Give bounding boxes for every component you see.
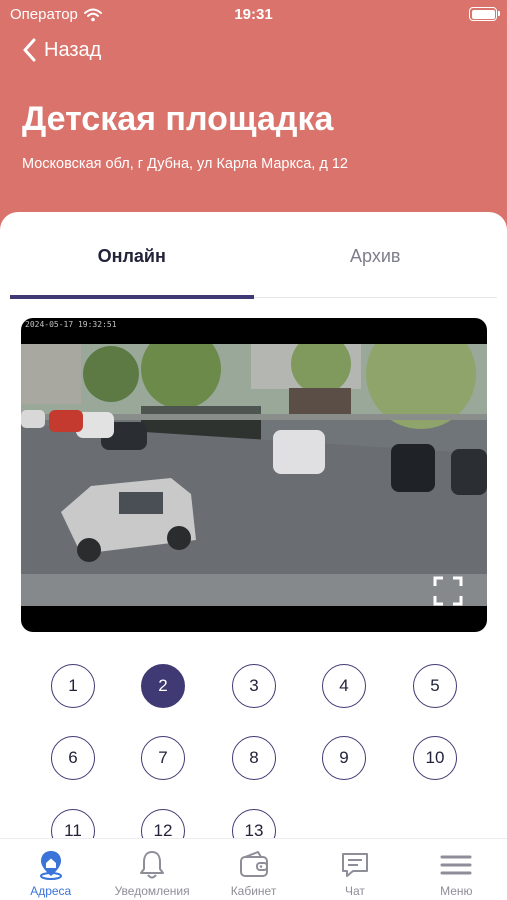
camera-button-4[interactable]: 4 [322, 664, 366, 708]
tabbar-label: Меню [440, 884, 473, 898]
camera-button-5[interactable]: 5 [413, 664, 457, 708]
location-pin-icon [39, 851, 62, 880]
tabbar-item-menu[interactable]: Меню [406, 839, 507, 900]
clock: 19:31 [234, 6, 273, 23]
chat-icon [341, 853, 368, 877]
camera-button-1[interactable]: 1 [51, 664, 95, 708]
camera-number: 9 [339, 748, 349, 767]
camera-number: 2 [158, 676, 168, 695]
camera-number: 1 [68, 676, 78, 695]
tabbar-label: Чат [344, 884, 365, 898]
camera-selector: 1 2 3 4 5 6 7 8 9 10 11 12 13 [0, 212, 507, 900]
camera-number: 4 [339, 676, 349, 695]
camera-button-2[interactable]: 2 [141, 664, 185, 708]
back-label: Назад [44, 38, 102, 61]
camera-button-6[interactable]: 6 [51, 736, 95, 780]
status-bar: Оператор 19:31 [0, 0, 507, 30]
tabbar-item-cabinet[interactable]: Кабинет [203, 839, 304, 900]
camera-button-7[interactable]: 7 [141, 736, 185, 780]
page-title: Детская площадка [22, 100, 334, 138]
content-sheet: Онлайн Архив 2024-05-17 19:32:51 1 2 3 4… [0, 212, 507, 900]
tabbar-label: Адреса [30, 884, 72, 898]
camera-number: 7 [158, 748, 168, 767]
wallet-icon [239, 851, 268, 877]
camera-button-8[interactable]: 8 [232, 736, 276, 780]
tabbar-item-chat[interactable]: Чат [304, 839, 405, 900]
camera-button-10[interactable]: 10 [413, 736, 457, 780]
bell-icon [140, 851, 165, 879]
tabbar-item-addresses[interactable]: Адреса [0, 839, 101, 900]
tabbar-label: Уведомления [114, 884, 190, 898]
chevron-left-icon [23, 38, 36, 62]
camera-number: 10 [425, 748, 445, 767]
tabbar-label: Кабинет [230, 884, 277, 898]
camera-number: 8 [249, 748, 259, 767]
back-button[interactable]: Назад [22, 38, 101, 62]
tabbar-item-notifications[interactable]: Уведомления [101, 839, 202, 900]
menu-icon [440, 855, 472, 875]
camera-number: 3 [249, 676, 259, 695]
camera-button-3[interactable]: 3 [232, 664, 276, 708]
camera-button-9[interactable]: 9 [322, 736, 366, 780]
address-text: Московская обл, г Дубна, ул Карла Маркса… [22, 156, 348, 172]
battery-icon [469, 7, 500, 21]
camera-number: 5 [430, 676, 440, 695]
bottom-tab-bar: Адреса Уведомления Кабинет Чат Меню [0, 838, 507, 900]
camera-number: 6 [68, 748, 78, 767]
